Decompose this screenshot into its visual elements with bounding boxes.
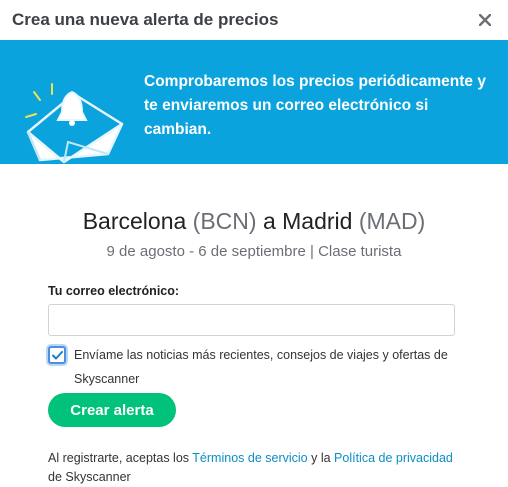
email-label: Tu correo electrónico: (48, 284, 180, 298)
terms-prefix: Al registrarte, aceptas los (48, 451, 190, 465)
origin-city: Barcelona (82, 208, 187, 234)
terms-suffix: de Skyscanner (48, 470, 131, 484)
route-connector: a (262, 208, 276, 234)
alert-form: Tu correo electrónico: Envíame las notic… (0, 284, 508, 487)
terms-of-service-link[interactable]: Términos de servicio (192, 451, 307, 465)
dialog-title: Crea una nueva alerta de precios (12, 10, 279, 29)
destination-code: (MAD) (358, 208, 426, 234)
terms-middle: y la (311, 451, 331, 465)
newsletter-option: Envíame las noticias más recientes, cons… (48, 346, 460, 391)
newsletter-label: Envíame las noticias más recientes, cons… (74, 348, 448, 386)
checkmark-icon (51, 350, 63, 359)
destination-city: Madrid (282, 208, 353, 234)
origin-code: (BCN) (192, 208, 257, 234)
terms-notice: Al registrarte, aceptas los Términos de … (48, 449, 460, 487)
close-icon (479, 14, 491, 26)
info-banner: Comprobaremos los precios periódicamente… (0, 40, 508, 164)
create-alert-button[interactable]: Crear alerta (48, 393, 176, 427)
close-button[interactable] (474, 9, 496, 31)
privacy-policy-link[interactable]: Política de privacidad (334, 451, 453, 465)
route-title: Barcelona (BCN) a Madrid (MAD) (0, 208, 508, 235)
newsletter-checkbox[interactable] (48, 346, 66, 364)
dialog-header: Crea una nueva alerta de precios (0, 0, 508, 40)
trip-details: 9 de agosto - 6 de septiembre | Clase tu… (106, 243, 402, 260)
email-field[interactable] (48, 304, 455, 336)
banner-message: Comprobaremos los precios periódicamente… (144, 73, 486, 138)
envelope-bell-icon (25, 83, 124, 164)
